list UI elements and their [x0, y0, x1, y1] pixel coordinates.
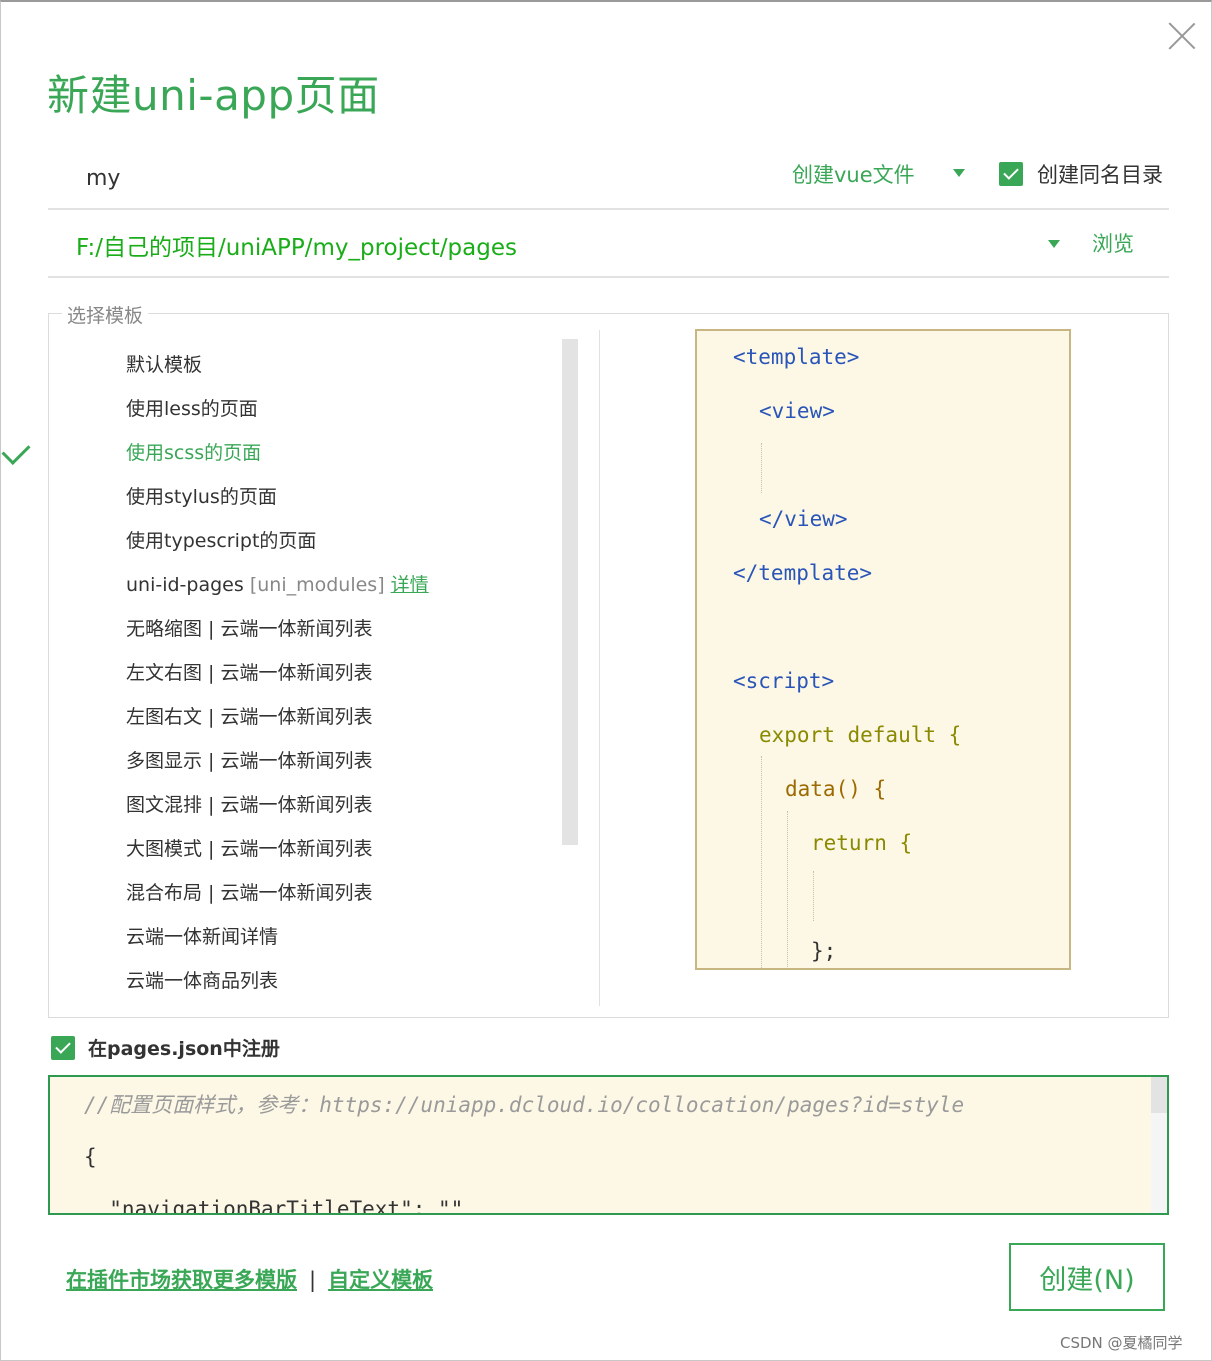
chevron-down-icon[interactable]	[1048, 240, 1060, 248]
divider	[599, 330, 600, 1006]
template-item[interactable]: 图文混排 | 云端一体新闻列表	[126, 790, 372, 830]
link-separator: |	[309, 1268, 317, 1292]
template-item[interactable]: 使用less的页面	[126, 394, 258, 434]
preview-code-line: };	[811, 939, 837, 963]
path-row: F:/自己的项目/uniAPP/my_project/pages 浏览	[48, 212, 1169, 278]
template-item-sub: [uni_modules]	[243, 574, 391, 596]
template-item-label: 混合布局 | 云端一体新闻列表	[126, 882, 373, 904]
template-item-label: 图文混排 | 云端一体新闻列表	[126, 794, 373, 816]
chevron-down-icon[interactable]	[953, 169, 965, 177]
template-item[interactable]: 云端一体商品列表	[126, 966, 278, 1000]
template-item-label: uni-id-pages	[126, 574, 244, 596]
template-item-label: 使用stylus的页面	[126, 486, 277, 508]
template-item[interactable]: 默认模板	[126, 350, 202, 390]
indent-guide	[813, 871, 814, 921]
template-item[interactable]: 使用stylus的页面	[126, 482, 277, 522]
register-pages-json-label[interactable]: 在pages.json中注册	[88, 1034, 280, 1061]
template-item[interactable]: 使用scss的页面	[126, 438, 261, 478]
preview-code-line: <view>	[759, 399, 835, 423]
template-legend: 选择模板	[62, 301, 149, 328]
template-list-scrollbar[interactable]	[562, 339, 578, 845]
path-input[interactable]: F:/自己的项目/uniAPP/my_project/pages	[76, 228, 517, 262]
template-item-label: 无略缩图 | 云端一体新闻列表	[126, 618, 373, 640]
template-item-label: 云端一体新闻详情	[126, 926, 279, 948]
editor-code-line: "navigationBarTitleText": ""	[84, 1197, 464, 1215]
template-list: 默认模板使用less的页面 使用scss的页面 使用stylus的页面使用types…	[64, 340, 564, 1000]
register-pages-json-checkbox[interactable]	[51, 1036, 75, 1060]
indent-guide	[787, 811, 788, 968]
preview-code-line: return {	[811, 831, 913, 855]
template-item-label: 使用less的页面	[126, 398, 258, 420]
template-item-label: 大图模式 | 云端一体新闻列表	[126, 838, 373, 860]
plugin-market-link[interactable]: 在插件市场获取更多模版	[66, 1268, 297, 1292]
editor-code-line: //配置页面样式，参考：https://uniapp.dcloud.io/col…	[84, 1093, 965, 1117]
preview-code-line: <script>	[733, 669, 835, 693]
template-item[interactable]: 大图模式 | 云端一体新闻列表	[126, 834, 372, 874]
preview-code-line: data() {	[785, 777, 887, 801]
custom-template-link[interactable]: 自定义模板	[328, 1268, 433, 1292]
template-item[interactable]: 云端一体新闻详情	[126, 922, 278, 962]
browse-button[interactable]: 浏览	[1092, 228, 1134, 258]
template-item-label: 多图显示 | 云端一体新闻列表	[126, 750, 373, 772]
create-same-dir-label[interactable]: 创建同名目录	[1037, 159, 1163, 189]
preview-code-line: <template>	[733, 345, 860, 369]
page-style-editor[interactable]: //配置页面样式，参考：https://uniapp.dcloud.io/col…	[48, 1075, 1169, 1215]
template-item-label: 左文右图 | 云端一体新闻列表	[126, 662, 373, 684]
watermark: CSDN @夏橘同学	[1060, 1334, 1183, 1352]
create-button[interactable]: 创建(N)	[1009, 1243, 1165, 1311]
page-name-input[interactable]	[84, 160, 688, 196]
template-item[interactable]: uni-id-pages [uni_modules] 详情	[126, 570, 429, 610]
template-item-label: 使用scss的页面	[126, 442, 262, 464]
editor-scrollbar[interactable]	[1151, 1077, 1167, 1213]
preview-code-line: export default {	[759, 723, 962, 747]
template-preview: <template> <view> </view> </template> <scrip…	[695, 329, 1071, 970]
template-item-label: 默认模板	[126, 354, 203, 376]
close-icon[interactable]	[1166, 20, 1198, 52]
preview-code-line: </view>	[759, 507, 848, 531]
indent-guide	[761, 443, 762, 493]
template-detail-link[interactable]: 详情	[391, 574, 429, 596]
name-row: 创建vue文件 创建同名目录	[48, 146, 1169, 210]
template-item[interactable]: 使用typescript的页面	[126, 526, 316, 566]
template-item-label: 使用typescript的页面	[126, 530, 317, 552]
indent-guide	[761, 756, 762, 968]
editor-code-line: {	[84, 1145, 97, 1169]
template-item[interactable]: 左文右图 | 云端一体新闻列表	[126, 658, 372, 698]
footer-links: 在插件市场获取更多模版 | 自定义模板	[66, 1264, 433, 1294]
dialog-title: 新建uni-app页面	[47, 71, 380, 120]
template-item[interactable]: 多图显示 | 云端一体新闻列表	[126, 746, 372, 786]
template-item[interactable]: 无略缩图 | 云端一体新闻列表	[126, 614, 372, 654]
create-same-dir-checkbox[interactable]	[999, 162, 1023, 186]
template-item[interactable]: 左图右文 | 云端一体新闻列表	[126, 702, 372, 742]
template-item[interactable]: 混合布局 | 云端一体新闻列表	[126, 878, 372, 918]
template-item-label: 左图右文 | 云端一体新闻列表	[126, 706, 373, 728]
file-type-select[interactable]: 创建vue文件	[792, 159, 915, 189]
template-item-label: 云端一体商品列表	[126, 970, 279, 992]
preview-code-line: </template>	[733, 561, 873, 585]
